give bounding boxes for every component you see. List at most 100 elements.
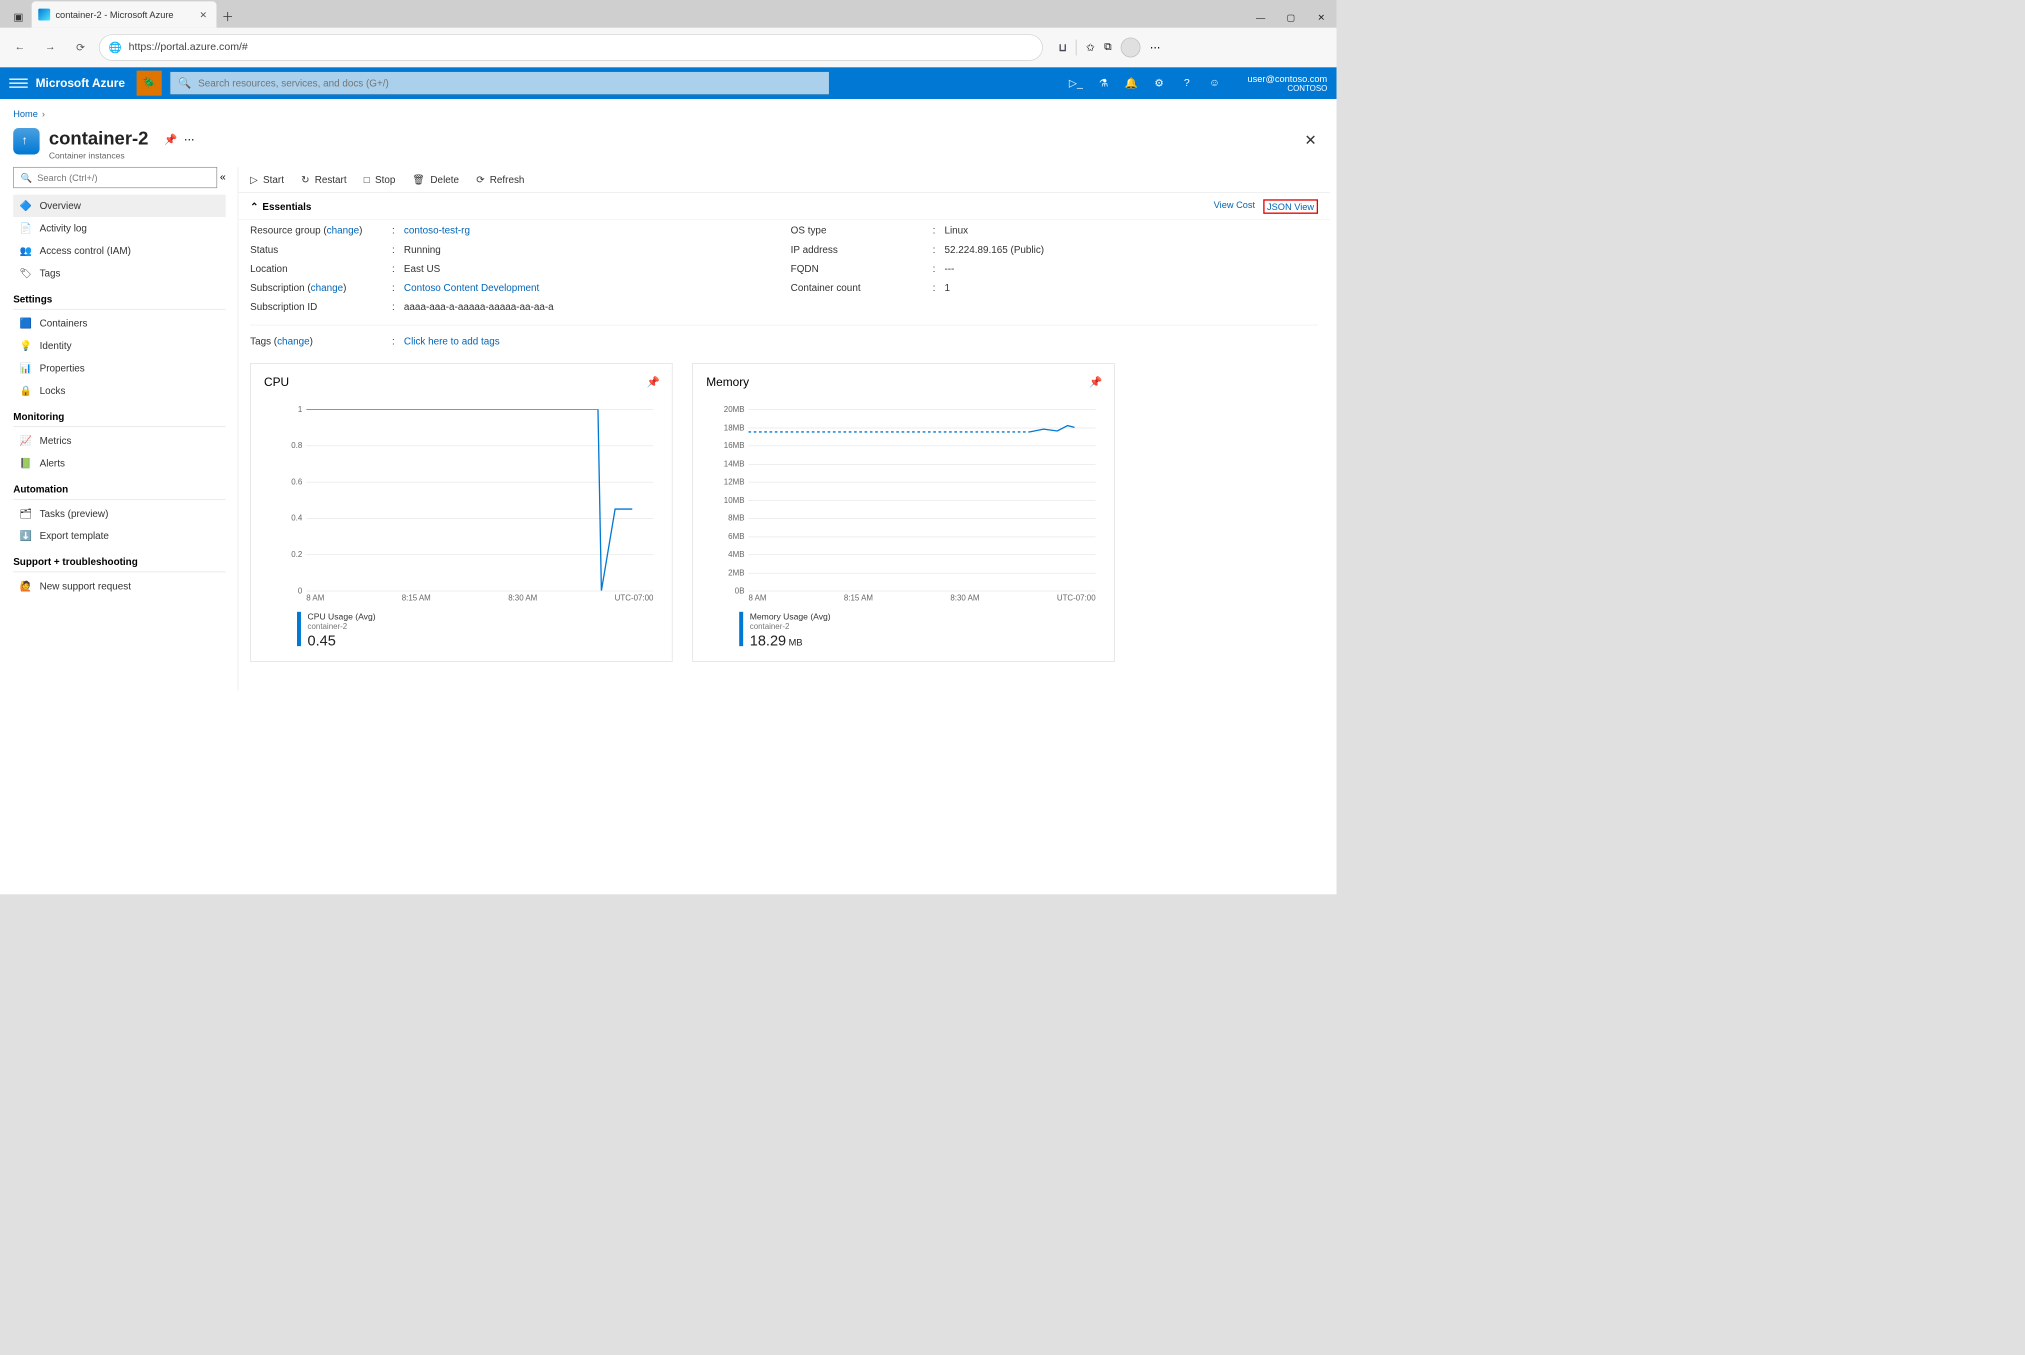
pin-chart-icon[interactable]: 📌 (1089, 376, 1102, 389)
sidebar-group-head: Automation (13, 475, 226, 500)
chart-plot[interactable]: 0B2MB4MB6MB8MB10MB12MB14MB16MB18MB20MB (706, 409, 1101, 591)
sidebar-item-alerts[interactable]: 📗Alerts (13, 452, 226, 474)
close-blade-button[interactable]: ✕ (1298, 128, 1323, 153)
sidebar-group-head: Settings (13, 284, 226, 309)
search-input[interactable] (198, 78, 821, 89)
property-row: IP address:52.224.89.165 (Public) (791, 244, 1318, 255)
change-link[interactable]: change (311, 282, 343, 293)
menu-button[interactable] (9, 79, 27, 88)
sidebar-search[interactable]: 🔍 Search (Ctrl+/) (13, 167, 217, 188)
help-icon[interactable]: ? (1180, 77, 1193, 90)
close-window-button[interactable]: ✕ (1306, 7, 1336, 28)
x-axis: 8 AM8:15 AM8:30 AMUTC-07:00 (264, 591, 659, 603)
property-link[interactable]: contoso-test-rg (404, 225, 470, 236)
x-axis: 8 AM8:15 AM8:30 AMUTC-07:00 (706, 591, 1101, 603)
url-text: https://portal.azure.com/# (129, 42, 248, 54)
breadcrumb: Home › (0, 99, 1337, 123)
chart-plot[interactable]: 00.20.40.60.81 (264, 409, 659, 591)
property-row: FQDN:--- (791, 263, 1318, 274)
chart-legend: Memory Usage (Avg) container-2 18.29 MB (706, 603, 1101, 650)
forward-button[interactable]: → (38, 36, 62, 60)
command-bar: ▷Start ↻Restart □Stop 🗑Delete ⟳Refresh (238, 167, 1330, 193)
reload-button[interactable]: ⟳ (69, 36, 93, 60)
feedback-icon[interactable]: ☺ (1208, 77, 1221, 90)
search-icon: 🔍 (178, 77, 191, 90)
resource-type: Container instances (49, 150, 149, 160)
main-panel: ▷Start ↻Restart □Stop 🗑Delete ⟳Refresh ⌃… (238, 167, 1337, 691)
minimize-button[interactable]: — (1245, 7, 1275, 28)
nav-icon: 🏷 (20, 267, 32, 279)
pin-icon[interactable]: 📌 (164, 133, 177, 146)
essentials-header[interactable]: ⌃Essentials View Cost JSON View (238, 193, 1330, 220)
user-account[interactable]: user@contoso.com CONTOSO (1236, 73, 1328, 93)
search-icon: 🔍 (20, 172, 32, 183)
collapse-sidebar-icon[interactable]: « (220, 172, 226, 184)
collections-icon[interactable]: ⧉ (1104, 42, 1112, 54)
property-row: Container count:1 (791, 282, 1318, 293)
maximize-button[interactable]: ▢ (1276, 7, 1306, 28)
nav-icon: 🔒 (20, 385, 32, 397)
preview-bug-button[interactable]: 🪲 (137, 71, 162, 96)
azure-favicon (38, 9, 50, 21)
sidebar-item-access-control-iam-[interactable]: 👥Access control (IAM) (13, 240, 226, 262)
view-cost-link[interactable]: View Cost (1214, 199, 1255, 214)
nav-icon: 🗂 (20, 508, 32, 520)
sidebar-item-locks[interactable]: 🔒Locks (13, 380, 226, 402)
sidebar-item-containers[interactable]: 🟦Containers (13, 312, 226, 334)
restart-button[interactable]: ↻Restart (301, 174, 346, 186)
stop-button[interactable]: □Stop (364, 174, 396, 185)
property-row: Location:East US (250, 263, 777, 274)
breadcrumb-home[interactable]: Home (13, 108, 38, 119)
change-link[interactable]: change (277, 336, 309, 347)
nav-icon: ⬇️ (20, 530, 32, 542)
sidebar-item-overview[interactable]: 🔷Overview (13, 195, 226, 217)
sidebar-item-properties[interactable]: 📊Properties (13, 357, 226, 379)
property-row: Status:Running (250, 244, 777, 255)
sidebar: 🔍 Search (Ctrl+/) « 🔷Overview📄Activity l… (0, 167, 238, 691)
browser-tab[interactable]: container-2 - Microsoft Azure ✕ (32, 1, 217, 27)
refresh-button[interactable]: ⟳Refresh (476, 174, 524, 186)
add-tags-link[interactable]: Click here to add tags (404, 336, 500, 347)
brand[interactable]: Microsoft Azure (36, 76, 125, 90)
new-tab-button[interactable]: ＋ (216, 5, 238, 27)
sidebar-item-activity-log[interactable]: 📄Activity log (13, 217, 226, 239)
nav-icon: 📊 (20, 362, 32, 374)
nav-icon: 🟦 (20, 317, 32, 329)
favorites-icon[interactable]: ✩ (1086, 41, 1095, 54)
sidebar-item-identity[interactable]: 💡Identity (13, 335, 226, 357)
chart-card-memory: Memory 📌 0B2MB4MB6MB8MB10MB12MB14MB16MB1… (692, 363, 1114, 662)
sidebar-item-new-support-request[interactable]: 🙋New support request (13, 575, 226, 597)
more-icon[interactable]: ⋯ (1150, 41, 1161, 54)
azure-topbar: Microsoft Azure 🪲 🔍 ▷_ ⚗ 🔔 ⚙ ? ☺ user@co… (0, 67, 1337, 99)
back-button[interactable]: ← (8, 36, 32, 60)
settings-icon[interactable]: ⚙ (1152, 77, 1165, 90)
nav-icon: 📈 (20, 435, 32, 447)
cloud-shell-icon[interactable]: ▷_ (1069, 77, 1082, 90)
notifications-icon[interactable]: 🔔 (1125, 77, 1138, 90)
stop-icon: □ (364, 174, 370, 185)
json-view-link[interactable]: JSON View (1263, 199, 1318, 214)
tab-edge-button[interactable]: ▣ (8, 7, 29, 28)
resource-header: container-2 Container instances 📌 ⋯ ✕ (0, 123, 1337, 167)
change-link[interactable]: change (327, 225, 359, 236)
refresh-icon: ⟳ (476, 174, 484, 186)
more-icon[interactable]: ⋯ (184, 133, 195, 146)
url-bar[interactable]: 🌐 https://portal.azure.com/# (99, 34, 1043, 60)
sidebar-item-tasks-preview-[interactable]: 🗂Tasks (preview) (13, 502, 226, 524)
start-button[interactable]: ▷Start (250, 174, 284, 186)
property-row: Resource group (change):contoso-test-rg (250, 225, 777, 236)
delete-button[interactable]: 🗑Delete (413, 174, 459, 186)
extension-icon[interactable]: ⊔ (1059, 41, 1067, 54)
sidebar-item-export-template[interactable]: ⬇️Export template (13, 525, 226, 547)
profile-avatar[interactable] (1121, 38, 1141, 58)
property-link[interactable]: Contoso Content Development (404, 282, 539, 293)
global-search[interactable]: 🔍 (170, 71, 830, 95)
directory-filter-icon[interactable]: ⚗ (1097, 77, 1110, 90)
sidebar-item-tags[interactable]: 🏷Tags (13, 262, 226, 284)
sidebar-item-metrics[interactable]: 📈Metrics (13, 430, 226, 452)
chart-title: CPU (264, 376, 659, 390)
globe-icon: 🌐 (109, 41, 122, 54)
nav-icon: 📗 (20, 457, 32, 469)
close-icon[interactable]: ✕ (199, 9, 207, 20)
pin-chart-icon[interactable]: 📌 (647, 376, 660, 389)
